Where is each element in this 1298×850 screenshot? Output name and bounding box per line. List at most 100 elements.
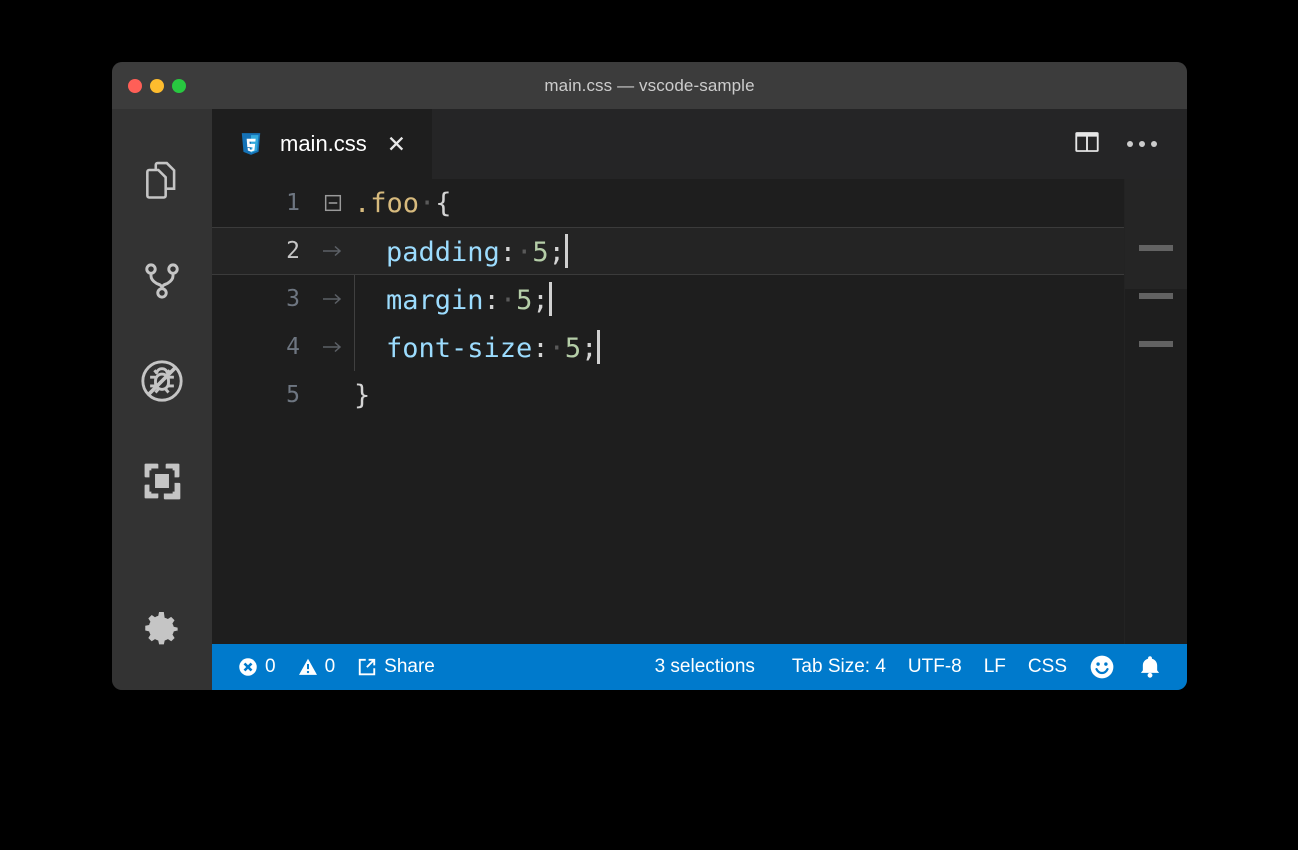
- window-controls: [112, 79, 186, 93]
- sidebar-item-manage[interactable]: [112, 580, 212, 680]
- code-lines[interactable]: 1 .foo·{ 2: [212, 179, 1124, 644]
- warning-count: 0: [325, 656, 336, 678]
- maximize-window-button[interactable]: [172, 79, 186, 93]
- status-item-feedback[interactable]: [1078, 644, 1126, 690]
- title-bar: main.css — vscode-sample: [112, 62, 1187, 109]
- tab-arrow-icon: [312, 290, 354, 308]
- css-property: margin: [386, 285, 484, 316]
- code-line-active[interactable]: 2 padding:·5;: [212, 227, 1124, 275]
- editor-actions: [1073, 109, 1187, 179]
- sidebar-item-explorer[interactable]: [112, 131, 212, 231]
- share-icon: [357, 657, 377, 677]
- css-file-icon: [238, 131, 264, 157]
- minimap-row: [1139, 245, 1173, 251]
- activity-bar: [112, 109, 212, 690]
- whitespace-dot: ·: [549, 333, 565, 364]
- window-title: main.css — vscode-sample: [112, 76, 1187, 96]
- code-line[interactable]: 4 font-size:·5;: [212, 323, 1124, 371]
- line-number: 4: [212, 334, 312, 360]
- code-text: padding:·5;: [354, 234, 568, 268]
- line-number: 2: [212, 238, 312, 264]
- close-window-button[interactable]: [128, 79, 142, 93]
- status-item-language-mode[interactable]: CSS: [1017, 644, 1078, 690]
- whitespace-dot: ·: [500, 285, 516, 316]
- sidebar-item-source-control[interactable]: [112, 231, 212, 331]
- css-property: font-size: [386, 333, 532, 364]
- css-value: 5: [516, 285, 532, 316]
- status-item-problems-errors[interactable]: 0: [212, 644, 287, 690]
- css-brace: }: [354, 380, 370, 411]
- css-semicolon: ;: [532, 285, 548, 316]
- line-number: 3: [212, 286, 312, 312]
- whitespace-dot: ·: [419, 188, 435, 219]
- bell-icon: [1137, 654, 1163, 680]
- minimize-window-button[interactable]: [150, 79, 164, 93]
- tab-arrow-icon: [312, 242, 354, 260]
- code-line[interactable]: 1 .foo·{: [212, 179, 1124, 227]
- minimap[interactable]: [1124, 179, 1187, 644]
- warning-icon: [298, 657, 318, 677]
- status-item-selection-count[interactable]: 3 selections: [644, 644, 766, 690]
- tabs-empty-space: [433, 109, 1073, 179]
- editor-tab-label: main.css: [280, 131, 367, 157]
- line-number: 1: [212, 190, 312, 216]
- sidebar-item-run-and-debug[interactable]: [112, 331, 212, 431]
- code-line[interactable]: 5 }: [212, 371, 1124, 419]
- css-semicolon: ;: [549, 237, 565, 268]
- css-colon: :: [532, 333, 548, 364]
- share-label: Share: [384, 656, 435, 678]
- ellipsis-icon[interactable]: [1127, 141, 1157, 147]
- extensions-icon: [140, 459, 184, 503]
- split-editor-icon[interactable]: [1073, 128, 1101, 161]
- encoding-label: UTF-8: [908, 656, 962, 678]
- status-item-problems-warnings[interactable]: 0: [287, 644, 347, 690]
- gear-icon: [140, 608, 184, 652]
- source-control-icon: [140, 259, 184, 303]
- code-text: }: [354, 380, 370, 411]
- whitespace-dot: ·: [516, 237, 532, 268]
- error-count: 0: [265, 656, 276, 678]
- css-colon: :: [484, 285, 500, 316]
- code-editor[interactable]: 1 .foo·{ 2: [212, 179, 1187, 644]
- minimap-row: [1139, 293, 1173, 299]
- error-icon: [238, 657, 258, 677]
- text-cursor: [549, 282, 552, 316]
- code-text: margin:·5;: [354, 282, 552, 316]
- status-item-share[interactable]: Share: [346, 644, 446, 690]
- status-item-eol[interactable]: LF: [973, 644, 1017, 690]
- status-item-tab-size[interactable]: Tab Size: 4: [766, 644, 897, 690]
- tab-arrow-icon: [312, 338, 354, 356]
- editor-tab-main-css[interactable]: main.css ✕: [212, 109, 433, 179]
- text-cursor: [565, 234, 568, 268]
- status-item-encoding[interactable]: UTF-8: [897, 644, 973, 690]
- status-bar: 0 0: [212, 644, 1187, 690]
- smiley-icon: [1089, 654, 1115, 680]
- css-semicolon: ;: [581, 333, 597, 364]
- sidebar-item-extensions[interactable]: [112, 431, 212, 531]
- debug-disabled-icon: [139, 358, 185, 404]
- css-value: 5: [565, 333, 581, 364]
- editor-group: main.css ✕: [212, 109, 1187, 690]
- minimap-row: [1139, 341, 1173, 347]
- css-selector: .foo: [354, 188, 419, 219]
- line-number: 5: [212, 382, 312, 408]
- code-text: font-size:·5;: [354, 330, 600, 364]
- files-icon: [140, 159, 184, 203]
- css-colon: :: [500, 237, 516, 268]
- css-property: padding: [386, 237, 500, 268]
- window-body: main.css ✕: [112, 109, 1187, 690]
- selection-count-label: 3 selections: [655, 656, 755, 678]
- close-icon[interactable]: ✕: [383, 131, 410, 158]
- minimap-slider[interactable]: [1125, 179, 1187, 289]
- code-line[interactable]: 3 margin:·5;: [212, 275, 1124, 323]
- status-bar-right: Tab Size: 4 UTF-8 LF CSS: [766, 644, 1187, 690]
- language-mode-label: CSS: [1028, 656, 1067, 678]
- fold-toggle-icon[interactable]: [312, 194, 354, 212]
- editor-tabs-bar: main.css ✕: [212, 109, 1187, 179]
- css-brace: {: [435, 188, 451, 219]
- status-bar-left: 0 0: [212, 644, 446, 690]
- status-item-notifications[interactable]: [1126, 644, 1187, 690]
- text-cursor: [597, 330, 600, 364]
- vscode-window: main.css — vscode-sample: [112, 62, 1187, 690]
- eol-label: LF: [984, 656, 1006, 678]
